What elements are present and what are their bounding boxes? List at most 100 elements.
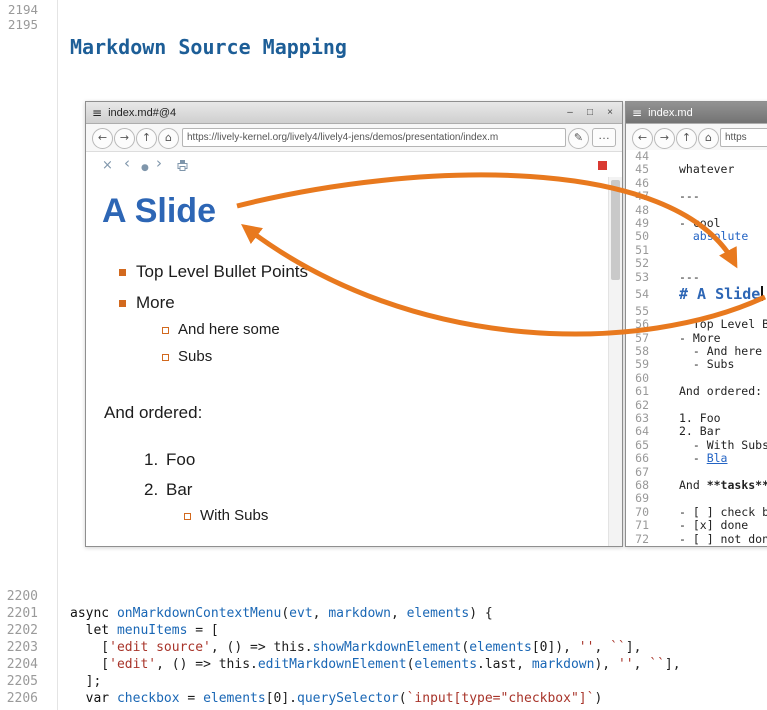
line-number[interactable]: 51 — [626, 244, 649, 257]
code-line-text[interactable] — [649, 177, 679, 190]
code-line[interactable]: 57- More — [626, 332, 767, 345]
code-line[interactable]: 631. Foo — [626, 412, 767, 425]
code-line[interactable]: 56- Top Level Bu — [626, 318, 767, 331]
line-number[interactable]: 47 — [626, 190, 649, 203]
code-line[interactable]: 2200 — [0, 588, 767, 605]
code-line[interactable]: 2205 ]; — [0, 673, 767, 690]
code-line[interactable]: 60 — [626, 372, 767, 385]
line-number[interactable]: 2206 — [0, 690, 38, 707]
code-line[interactable]: 58 - And here s — [626, 345, 767, 358]
code-line[interactable]: 67 — [626, 466, 767, 479]
code-line-text[interactable]: async onMarkdownContextMenu(evt, markdow… — [38, 605, 493, 622]
forward-icon[interactable]: → — [114, 128, 135, 149]
code-line-text[interactable]: - [x] done — [649, 519, 748, 532]
back-icon[interactable]: ← — [632, 128, 653, 149]
record-indicator[interactable] — [598, 161, 607, 170]
line-number[interactable]: 60 — [626, 372, 649, 385]
line-number[interactable]: 63 — [626, 412, 649, 425]
code-line[interactable]: 71- [x] done — [626, 519, 767, 532]
code-line[interactable]: 2206 var checkbox = elements[0].querySel… — [0, 690, 767, 707]
code-line[interactable]: 642. Bar — [626, 425, 767, 438]
home-icon[interactable]: ⌂ — [158, 128, 179, 149]
code-line[interactable]: 2204 ['edit', () => this.editMarkdownEle… — [0, 656, 767, 673]
line-number[interactable]: 72 — [626, 533, 649, 546]
code-line-text[interactable]: - Top Level Bu — [649, 318, 767, 331]
code-line-text[interactable]: absolute — [649, 230, 748, 243]
code-line[interactable]: 72- [ ] not done — [626, 533, 767, 546]
url-input[interactable]: https — [720, 128, 767, 147]
code-line[interactable]: 2203 ['edit source', () => this.showMark… — [0, 639, 767, 656]
back-icon[interactable]: ← — [92, 128, 113, 149]
url-input[interactable]: https://lively-kernel.org/lively4/lively… — [182, 128, 566, 147]
code-line-text[interactable] — [38, 588, 70, 605]
window-titlebar[interactable]: ≡ index.md — [626, 102, 767, 124]
minimize-icon[interactable]: – — [563, 107, 577, 118]
edit-pencil-icon[interactable]: ✎ — [568, 128, 589, 149]
code-line-text[interactable]: ['edit source', () => this.showMarkdownE… — [38, 639, 641, 656]
code-line-text[interactable] — [649, 305, 679, 318]
code-line-text[interactable]: And ordered: — [649, 385, 762, 398]
hamburger-icon[interactable]: ≡ — [92, 106, 102, 120]
code-line-text[interactable]: --- — [649, 271, 700, 284]
line-number[interactable]: 56 — [626, 318, 649, 331]
home-icon[interactable]: ⌂ — [698, 128, 719, 149]
code-line-text[interactable]: - Bla — [649, 452, 727, 465]
line-number[interactable]: 2204 — [0, 656, 38, 673]
line-number[interactable]: 57 — [626, 332, 649, 345]
code-line[interactable]: 69 — [626, 492, 767, 505]
code-line-text[interactable] — [649, 492, 679, 505]
code-line-text[interactable] — [649, 204, 679, 217]
line-number[interactable]: 2200 — [0, 588, 38, 605]
code-line-text[interactable]: - More — [649, 332, 721, 345]
code-line[interactable]: 65 - With Subs — [626, 439, 767, 452]
code-line[interactable]: 2202 let menuItems = [ — [0, 622, 767, 639]
scrollbar[interactable] — [608, 177, 622, 546]
code-line[interactable]: 44 — [626, 150, 767, 163]
line-number[interactable]: 2202 — [0, 622, 38, 639]
line-number[interactable]: 49 — [626, 217, 649, 230]
more-options-icon[interactable]: … — [592, 128, 616, 147]
window-titlebar[interactable]: ≡ index.md#@4 – □ × — [86, 102, 622, 124]
code-line[interactable]: 66 - Bla — [626, 452, 767, 465]
code-line-text[interactable] — [649, 466, 679, 479]
line-number[interactable]: 2195 — [0, 18, 38, 33]
code-line-text[interactable]: - With Subs — [649, 439, 767, 452]
maximize-icon[interactable]: □ — [583, 107, 597, 118]
up-icon[interactable]: ↑ — [136, 128, 157, 149]
code-line-text[interactable]: - [ ] not done — [649, 533, 767, 546]
line-number[interactable]: 45 — [626, 163, 649, 176]
line-number[interactable]: 68 — [626, 479, 649, 492]
overview-dot-icon[interactable]: ● — [141, 161, 149, 176]
code-line-text[interactable]: let menuItems = [ — [38, 622, 219, 639]
code-line-text[interactable]: 2. Bar — [649, 425, 721, 438]
code-line[interactable]: 46 — [626, 177, 767, 190]
code-line-text[interactable] — [649, 244, 679, 257]
code-line[interactable]: 61And ordered: — [626, 385, 767, 398]
line-number[interactable]: 58 — [626, 345, 649, 358]
code-line-text[interactable] — [649, 150, 679, 163]
code-line-text[interactable] — [649, 372, 679, 385]
line-number[interactable]: 62 — [626, 399, 649, 412]
code-line[interactable]: 62 — [626, 399, 767, 412]
up-icon[interactable]: ↑ — [676, 128, 697, 149]
code-line-text[interactable]: ]; — [38, 673, 101, 690]
line-number[interactable]: 46 — [626, 177, 649, 190]
code-line[interactable]: 51 — [626, 244, 767, 257]
code-line-text[interactable]: - cool — [649, 217, 721, 230]
line-number[interactable]: 50 — [626, 230, 649, 243]
close-presentation-icon[interactable]: × — [102, 158, 113, 173]
line-number[interactable]: 53 — [626, 271, 649, 284]
code-line-text[interactable]: --- — [649, 190, 700, 203]
code-line-text[interactable]: var checkbox = elements[0].querySelector… — [38, 690, 602, 707]
code-line[interactable]: 59 - Subs — [626, 358, 767, 371]
scrollbar-thumb[interactable] — [611, 180, 620, 280]
line-number[interactable]: 2203 — [0, 639, 38, 656]
line-number[interactable]: 65 — [626, 439, 649, 452]
code-line-text[interactable] — [649, 399, 679, 412]
line-number[interactable]: 2205 — [0, 673, 38, 690]
code-line[interactable]: 52 — [626, 257, 767, 270]
forward-icon[interactable]: → — [654, 128, 675, 149]
prev-slide-icon[interactable]: ‹ — [124, 156, 130, 171]
line-number[interactable]: 66 — [626, 452, 649, 465]
code-line-text[interactable]: - And here s — [649, 345, 767, 358]
